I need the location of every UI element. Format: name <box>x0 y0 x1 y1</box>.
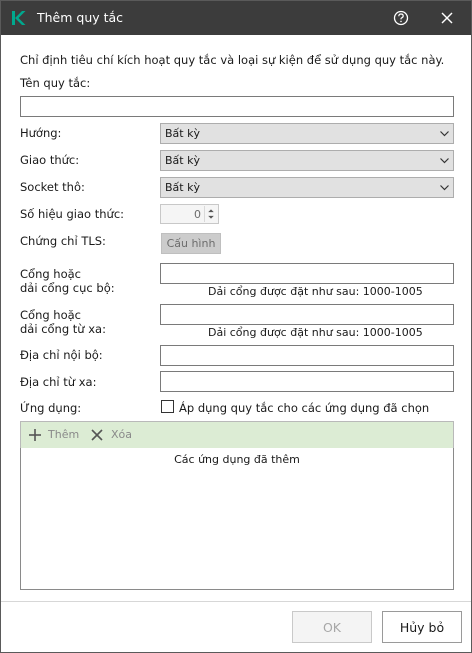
direction-select[interactable]: Bất kỳ <box>160 123 454 144</box>
dialog-title: Thêm quy tắc <box>37 10 124 25</box>
protocol-number-stepper[interactable]: 0 <box>160 204 219 224</box>
applications-toolbar: Thêm Xóa <box>20 421 454 449</box>
remove-app-label: Xóa <box>111 428 133 441</box>
tls-certificate-label: Chứng chỉ TLS: <box>20 234 106 248</box>
title-bar: Thêm quy tắc <box>1 1 471 35</box>
rule-name-input[interactable] <box>20 96 454 117</box>
local-address-label: Địa chỉ nội bộ: <box>20 348 103 362</box>
raw-socket-label: Socket thô: <box>20 180 85 194</box>
remote-ports-input[interactable] <box>160 304 454 325</box>
protocol-number-label: Số hiệu giao thức: <box>20 207 125 221</box>
apply-to-apps-checkbox-label[interactable]: Áp dụng quy tắc cho các ứng dụng đã chọn <box>179 401 429 415</box>
dialog-description: Chỉ định tiêu chí kích hoạt quy tắc và l… <box>20 53 445 67</box>
local-ports-label-line2: dải cổng cục bộ: <box>20 281 115 295</box>
tls-configure-button[interactable]: Cấu hình <box>161 233 221 254</box>
apply-to-apps-checkbox[interactable] <box>161 400 174 413</box>
plus-icon <box>29 429 41 441</box>
local-ports-label-line1: Cổng hoặc <box>20 267 82 281</box>
remove-app-button[interactable]: Xóa <box>90 427 134 443</box>
applications-list[interactable]: Các ứng dụng đã thêm <box>20 448 454 590</box>
remote-address-input[interactable] <box>160 371 454 392</box>
kaspersky-logo-icon <box>12 11 26 25</box>
remote-ports-label-line1: Cổng hoặc <box>20 308 82 322</box>
applications-list-header: Các ứng dụng đã thêm <box>174 453 300 466</box>
protocol-value: Bất kỳ <box>165 154 200 167</box>
close-button[interactable] <box>435 7 459 29</box>
local-ports-hint: Dải cổng được đặt như sau: 1000-1005 <box>208 285 423 298</box>
protocol-number-value: 0 <box>194 208 201 221</box>
raw-socket-value: Bất kỳ <box>165 181 200 194</box>
cancel-button[interactable]: Hủy bỏ <box>382 611 462 643</box>
protocol-label: Giao thức: <box>20 153 80 167</box>
help-button[interactable] <box>389 7 413 29</box>
x-icon <box>91 429 103 441</box>
raw-socket-select[interactable]: Bất kỳ <box>160 177 454 198</box>
applications-label: Ứng dụng: <box>20 401 82 415</box>
direction-value: Bất kỳ <box>165 127 200 140</box>
local-address-input[interactable] <box>160 345 454 366</box>
chevron-down-icon <box>440 185 449 191</box>
protocol-select[interactable]: Bất kỳ <box>160 150 454 171</box>
remote-ports-label-line2: dải cổng từ xa: <box>20 322 106 336</box>
remote-ports-hint: Dải cổng được đặt như sau: 1000-1005 <box>208 326 423 339</box>
help-circle-icon <box>393 10 409 26</box>
add-rule-dialog: Thêm quy tắc Chỉ định tiêu chí kích hoạt… <box>0 0 472 653</box>
add-app-button[interactable]: Thêm <box>28 427 80 443</box>
direction-label: Hướng: <box>20 126 62 140</box>
chevron-down-icon <box>440 131 449 137</box>
remote-address-label: Địa chỉ từ xa: <box>20 375 97 389</box>
ok-button[interactable]: OK <box>292 611 372 643</box>
add-app-label: Thêm <box>48 428 80 441</box>
close-icon <box>441 12 453 24</box>
rule-name-label: Tên quy tắc: <box>20 76 91 90</box>
chevron-down-icon <box>440 158 449 164</box>
spin-arrows-icon[interactable] <box>204 206 217 222</box>
footer-divider <box>1 601 471 602</box>
local-ports-input[interactable] <box>160 263 454 284</box>
